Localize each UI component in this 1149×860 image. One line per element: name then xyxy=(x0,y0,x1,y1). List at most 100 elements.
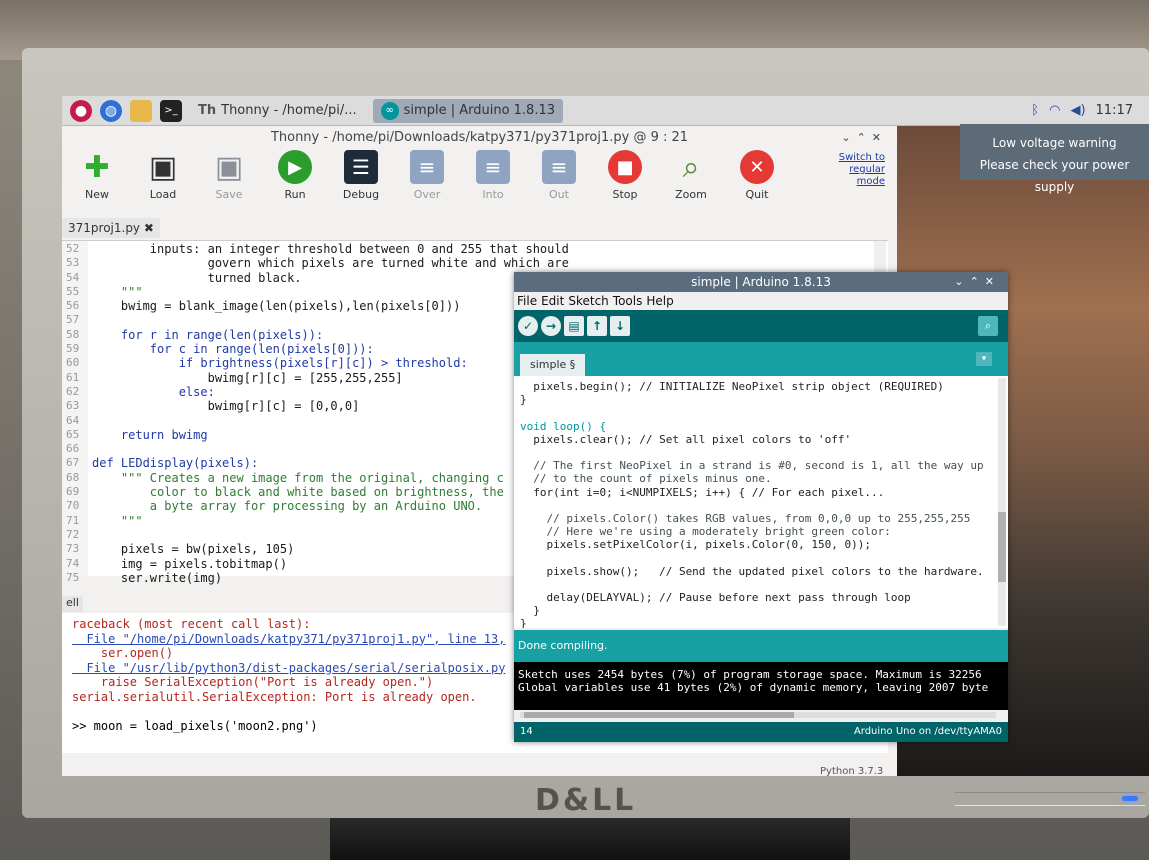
toolbar-label: Save xyxy=(215,188,243,201)
screen: ● ◍ >_ Th Thonny - /home/pi/... ∞ simple |… xyxy=(62,96,1149,776)
line-number: 57 xyxy=(66,313,80,327)
menu-edit[interactable]: Edit xyxy=(541,294,564,308)
menu-sketch[interactable]: Sketch xyxy=(568,294,608,308)
line-number: 74 xyxy=(66,556,80,570)
switch-mode-link[interactable]: Switch to regular mode xyxy=(839,152,885,188)
debug-icon: ☰ xyxy=(344,150,378,184)
tab-close-icon[interactable]: ✖ xyxy=(144,221,154,235)
arduino-app-icon: ∞ xyxy=(380,101,399,120)
toolbar-zoom-button[interactable]: ⌕ Zoom xyxy=(658,149,724,202)
monitor-buttons xyxy=(955,792,1145,806)
sketch-editor[interactable]: pixels.begin(); // INITIALIZE NeoPixel s… xyxy=(514,376,1008,628)
sketch-line: // The first NeoPixel in a strand is #0,… xyxy=(520,459,984,473)
shell-tab[interactable]: ell xyxy=(62,596,83,612)
arduino-footer: 14 Arduino Uno on /dev/ttyAMA0 xyxy=(514,722,1008,742)
line-number: 66 xyxy=(66,442,80,456)
sketch-tab[interactable]: simple § xyxy=(520,354,586,376)
low-voltage-message: Please check your power supply xyxy=(979,158,1130,194)
toolbar-new-button[interactable]: ✚ New xyxy=(64,150,130,202)
menu-file[interactable]: File xyxy=(517,294,537,308)
code-line: inputs: an integer threshold between 0 a… xyxy=(92,242,569,256)
toolbar-debug-button[interactable]: ☰ Debug xyxy=(328,150,394,201)
toolbar-out-button[interactable]: ≡ Out xyxy=(526,150,592,201)
zoom-icon: ⌕ xyxy=(682,149,700,185)
line-number: 56 xyxy=(66,299,80,313)
line-number: 75 xyxy=(66,570,80,584)
low-voltage-title: Low voltage warning xyxy=(992,136,1117,150)
toolbar-label: Zoom xyxy=(675,188,707,201)
toolbar-label: Quit xyxy=(745,188,769,201)
maximize-icon[interactable]: ⌃ xyxy=(970,275,985,288)
wifi-icon[interactable]: ◠ xyxy=(1049,103,1060,118)
menu-tools[interactable]: Tools xyxy=(613,294,643,308)
terminal-icon[interactable]: >_ xyxy=(160,99,182,122)
sketch-line: void loop() { xyxy=(520,419,607,433)
python-version: Python 3.7.3 xyxy=(820,766,884,776)
task-arduino[interactable]: ∞ simple | Arduino 1.8.13 xyxy=(372,98,563,123)
console-line: Global variables use 41 bytes (2%) of dy… xyxy=(518,681,989,694)
volume-icon[interactable]: ◀) xyxy=(1070,103,1085,118)
sketch-line: // pixels.Color() takes RGB values, from… xyxy=(520,511,971,525)
sketch-scrollbar-thumb[interactable] xyxy=(998,512,1006,582)
browser-icon[interactable]: ◍ xyxy=(100,99,122,122)
monitor-stand xyxy=(330,818,850,860)
editor-tab[interactable]: 371proj1.py ✖ xyxy=(62,218,160,238)
code-line: govern which pixels are turned white and… xyxy=(92,256,569,271)
line-number: 63 xyxy=(66,399,80,413)
sketch-line xyxy=(520,551,1008,564)
bluetooth-icon[interactable]: ᛒ xyxy=(1031,103,1039,118)
switch-mode-line: Switch to xyxy=(838,152,885,163)
toolbar-stop-button[interactable]: ■ Stop xyxy=(592,150,658,201)
sketch-line: delay(DELAYVAL); // Pause before next pa… xyxy=(520,591,911,604)
save-sketch-icon[interactable]: ↓ xyxy=(610,316,630,336)
low-voltage-notification[interactable]: Low voltage warning Please check your po… xyxy=(960,124,1149,194)
sketch-line: pixels.begin(); // INITIALIZE NeoPixel s… xyxy=(520,380,944,393)
toolbar-quit-button[interactable]: ✕ Quit xyxy=(724,150,790,201)
toolbar-label: Into xyxy=(482,188,504,201)
sketch-scrollbar[interactable] xyxy=(998,378,1006,626)
thonny-toolbar: ✚ New ▣ Load ▣ Save ▶ Run ☰ Debug ≡ Over ≡ Into ≡ Out ■ S… xyxy=(62,150,897,210)
file-manager-icon[interactable] xyxy=(130,99,152,122)
line-number: 68 xyxy=(66,470,80,484)
thonny-app-icon: Th xyxy=(198,103,217,118)
thonny-window-buttons: ⌄⌃✕ xyxy=(841,126,887,150)
switch-mode-line: mode xyxy=(856,176,885,187)
toolbar-save-button[interactable]: ▣ Save xyxy=(196,149,262,202)
verify-icon[interactable]: ✓ xyxy=(518,316,538,336)
close-icon[interactable]: ✕ xyxy=(872,131,887,144)
step-into-icon: ≡ xyxy=(476,150,510,184)
new-sketch-icon[interactable]: ▤ xyxy=(564,316,584,336)
line-number: 72 xyxy=(66,527,80,541)
toolbar-label: Over xyxy=(413,188,441,201)
line-number: 59 xyxy=(66,342,80,356)
task-thonny[interactable]: Th Thonny - /home/pi/... xyxy=(190,99,365,123)
serial-monitor-icon[interactable]: ⌕ xyxy=(978,316,998,336)
arduino-window: simple | Arduino 1.8.13 ⌄⌃✕ File Edit Sk… xyxy=(514,272,1008,742)
toolbar-run-button[interactable]: ▶ Run xyxy=(262,150,328,201)
menu-help[interactable]: Help xyxy=(646,294,673,308)
toolbar-load-button[interactable]: ▣ Load xyxy=(130,150,196,202)
arduino-toolbar: ✓ → ▤ ↑ ↓ ⌕ xyxy=(514,310,1008,342)
cursor-line-number: 14 xyxy=(520,726,533,737)
line-number: 65 xyxy=(66,427,80,441)
tab-menu-icon[interactable]: ▾ xyxy=(976,352,992,366)
console-hscrollbar-thumb[interactable] xyxy=(524,712,794,718)
photo: D&LL ● ◍ >_ Th Thonny - /home/pi/... ∞ sim… xyxy=(0,0,1149,860)
clock[interactable]: 11:17 xyxy=(1096,103,1133,118)
close-icon[interactable]: ✕ xyxy=(985,275,1000,288)
sketch-line: pixels.clear(); // Set all pixel colors … xyxy=(520,432,852,446)
minimize-icon[interactable]: ⌄ xyxy=(841,131,856,144)
open-sketch-icon[interactable]: ↑ xyxy=(587,316,607,336)
taskbar: ● ◍ >_ Th Thonny - /home/pi/... ∞ simple |… xyxy=(62,96,1149,126)
save-icon: ▣ xyxy=(214,149,244,185)
minimize-icon[interactable]: ⌄ xyxy=(954,275,969,288)
line-number: 61 xyxy=(66,370,80,384)
toolbar-into-button[interactable]: ≡ Into xyxy=(460,150,526,201)
upload-icon[interactable]: → xyxy=(541,316,561,336)
maximize-icon[interactable]: ⌃ xyxy=(857,131,872,144)
sketch-line xyxy=(520,578,1008,591)
line-number: 55 xyxy=(66,284,80,298)
toolbar-over-button[interactable]: ≡ Over xyxy=(394,150,460,201)
raspberry-menu-icon[interactable]: ● xyxy=(70,99,92,122)
toolbar-label: Out xyxy=(549,188,569,201)
